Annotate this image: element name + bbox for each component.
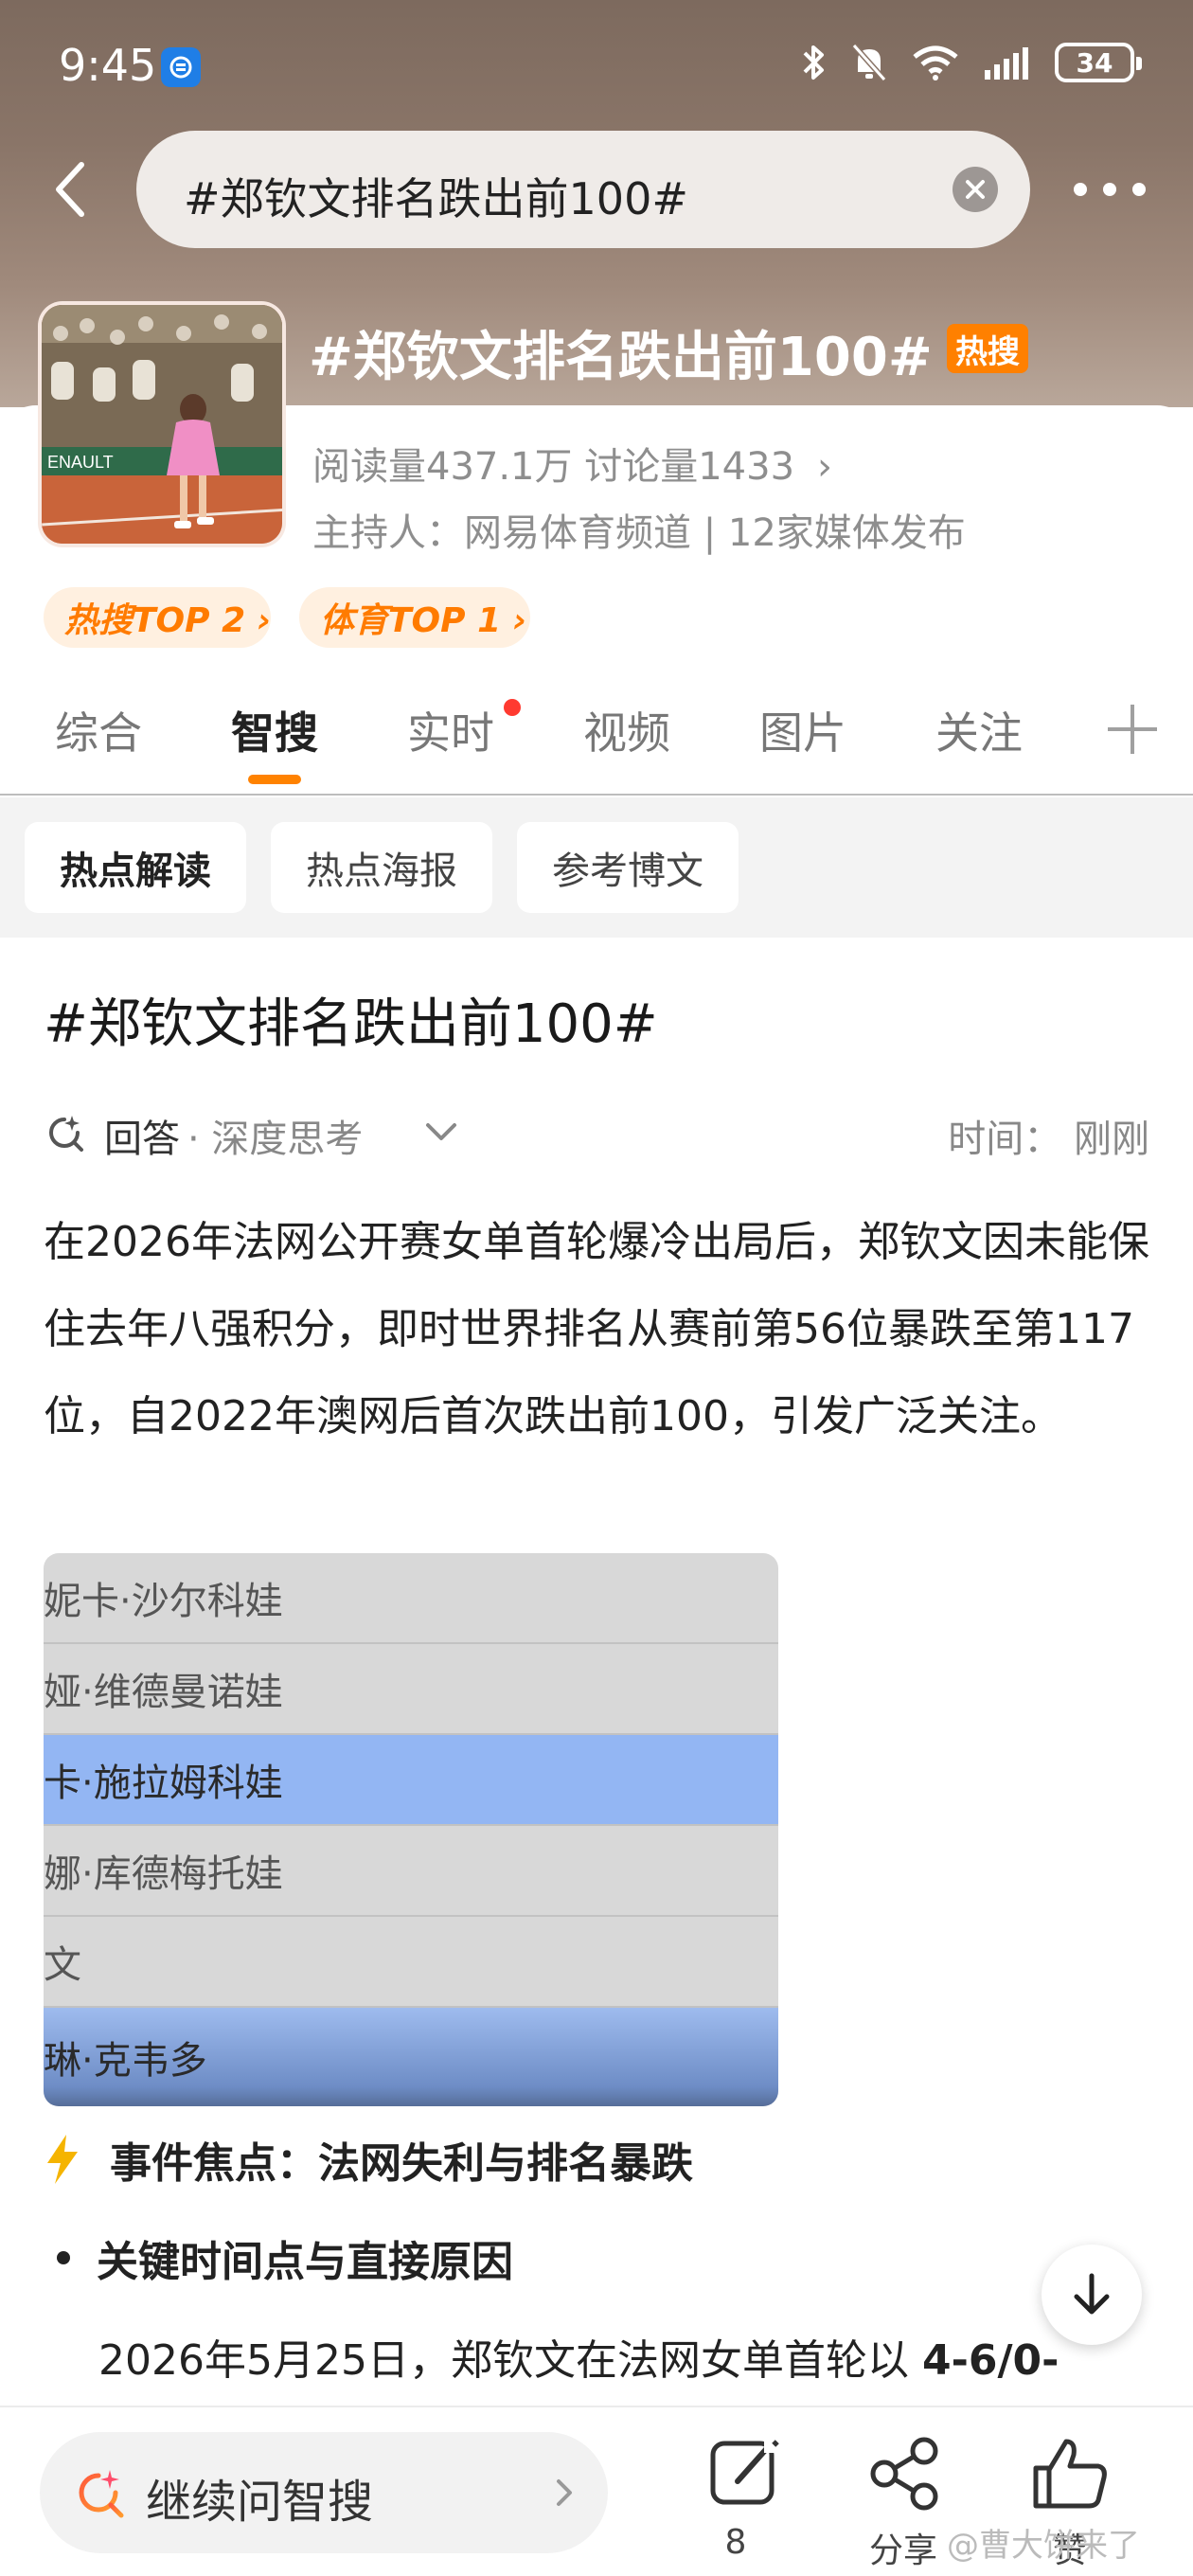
active-tab-indicator — [248, 775, 301, 784]
comment-button[interactable]: 8 — [679, 2434, 792, 2567]
detail-score: 4-6/0- — [921, 2336, 1059, 2385]
topic-host: 主持人：网易体育频道 | 12家媒体发布 — [312, 511, 966, 555]
bullet-title: 关键时间点与直接原因 — [97, 2238, 513, 2286]
chevron-right-icon: › — [817, 445, 833, 489]
notification-app-icon — [161, 47, 201, 87]
back-arrow-icon — [56, 162, 84, 217]
tab-overview[interactable]: 综合 — [55, 699, 142, 761]
wifi-icon — [913, 45, 958, 80]
answer-header: 回答 · 深度思考 时间： 刚刚 — [44, 1104, 1149, 1161]
table-row: 文 — [44, 1917, 778, 2008]
tab-bar: 综合 智搜 实时 视频 图片 关注 — [0, 682, 1193, 796]
status-time: 9:45 — [59, 40, 157, 91]
clear-search-button[interactable] — [953, 167, 998, 212]
ask-placeholder: 继续问智搜 — [146, 2476, 374, 2529]
subtab-reference-posts[interactable]: 参考博文 — [517, 822, 739, 913]
topic-thumbnail[interactable]: ENAULT — [38, 301, 286, 547]
svg-text:ENAULT: ENAULT — [47, 453, 114, 472]
table-row: 娅·维德曼诺娃 — [44, 1644, 778, 1735]
topic-title: #郑钦文排名跌出前100# — [309, 327, 933, 388]
edit-icon — [710, 2438, 779, 2505]
bluetooth-icon — [803, 45, 824, 80]
table-row: 妮卡·沙尔科娃 — [44, 1553, 778, 1644]
detail-prefix: 2026年5月25日，郑钦文在法网女单首轮以 — [98, 2336, 922, 2385]
sports-rank-tag[interactable]: 体育TOP 1 › — [299, 587, 530, 648]
thumbs-up-icon — [1033, 2439, 1107, 2509]
chevron-right-icon — [557, 2479, 572, 2506]
hot-search-rank-tag[interactable]: 热搜TOP 2 › — [44, 587, 272, 648]
smart-search-icon — [79, 2470, 124, 2518]
status-bar: 9:45 34 — [0, 0, 1193, 133]
battery-icon: 34 — [1055, 43, 1142, 82]
answer-paragraph: 在2026年法网公开赛女单首轮爆冷出局后，郑钦文因未能保住去年八强积分，即时世界… — [44, 1218, 1149, 1440]
lightning-icon — [47, 2135, 78, 2184]
deep-thinking-toggle[interactable]: · 深度思考 — [187, 1108, 363, 1163]
ranking-table-image[interactable]: 妮卡·沙尔科娃 娅·维德曼诺娃 卡·施拉姆科娃 娜·库德梅托娃 文 琳·克韦多 — [44, 1553, 778, 2106]
comment-count: 8 — [724, 2523, 747, 2562]
hot-badge: 热搜 — [947, 324, 1028, 373]
share-button[interactable]: 分享 — [846, 2434, 960, 2570]
detail-text: 2026年5月25日，郑钦文在法网女单首轮以 4-6/0- — [98, 2326, 1059, 2387]
new-content-dot — [504, 699, 521, 716]
share-label: 分享 — [868, 2531, 937, 2570]
focus-title: 事件焦点：法网失利与排名暴跌 — [110, 2139, 693, 2188]
signal-icon — [985, 47, 1028, 80]
answer-time: 时间： 刚刚 — [948, 1118, 1149, 1161]
battery-level: 34 — [1076, 46, 1113, 79]
close-icon — [966, 180, 985, 199]
topic-stats-text: 阅读量437.1万 讨论量1433 — [312, 445, 795, 489]
watermark: @曹大饼来了 — [947, 2527, 1140, 2565]
status-icons: 34 — [801, 42, 1142, 83]
tab-images[interactable]: 图片 — [759, 699, 846, 761]
table-row: 琳·克韦多 — [44, 2008, 778, 2106]
search-query-text: #郑钦文排名跌出前100# — [184, 173, 688, 224]
mute-bell-icon — [851, 44, 887, 81]
focus-heading: 事件焦点：法网失利与排名暴跌 — [44, 2129, 693, 2190]
bullet-dot — [57, 2251, 70, 2264]
back-button[interactable] — [42, 152, 98, 227]
topic-stats[interactable]: 阅读量437.1万 讨论量1433 › — [312, 436, 832, 491]
ask-smart-search-input[interactable]: 继续问智搜 — [40, 2432, 608, 2553]
sub-tab-bar: 热点解读 热点海报 参考博文 — [0, 797, 1193, 938]
add-tab-icon[interactable] — [1108, 705, 1157, 754]
table-row: 娜·库德梅托娃 — [44, 1826, 778, 1917]
tab-following[interactable]: 关注 — [935, 699, 1023, 761]
smart-search-icon — [49, 1116, 83, 1152]
tab-video[interactable]: 视频 — [583, 699, 670, 761]
search-input[interactable]: #郑钦文排名跌出前100# — [136, 131, 1030, 248]
subtab-hot-interpretation[interactable]: 热点解读 — [25, 822, 246, 913]
table-row: 卡·施拉姆科娃 — [44, 1735, 778, 1826]
answer-label: 回答 — [104, 1118, 180, 1161]
chevron-down-icon[interactable] — [422, 1118, 460, 1146]
share-icon — [870, 2437, 938, 2511]
more-options-button[interactable] — [1074, 167, 1146, 212]
tab-smart-search[interactable]: 智搜 — [231, 699, 318, 761]
arrow-down-icon — [1074, 2273, 1110, 2315]
subtab-hot-poster[interactable]: 热点海报 — [271, 822, 492, 913]
tab-realtime[interactable]: 实时 — [407, 699, 494, 761]
bullet-heading: 关键时间点与直接原因 — [57, 2227, 513, 2288]
content-title: #郑钦文排名跌出前100# — [44, 993, 658, 1055]
scroll-down-button[interactable] — [1042, 2245, 1142, 2345]
